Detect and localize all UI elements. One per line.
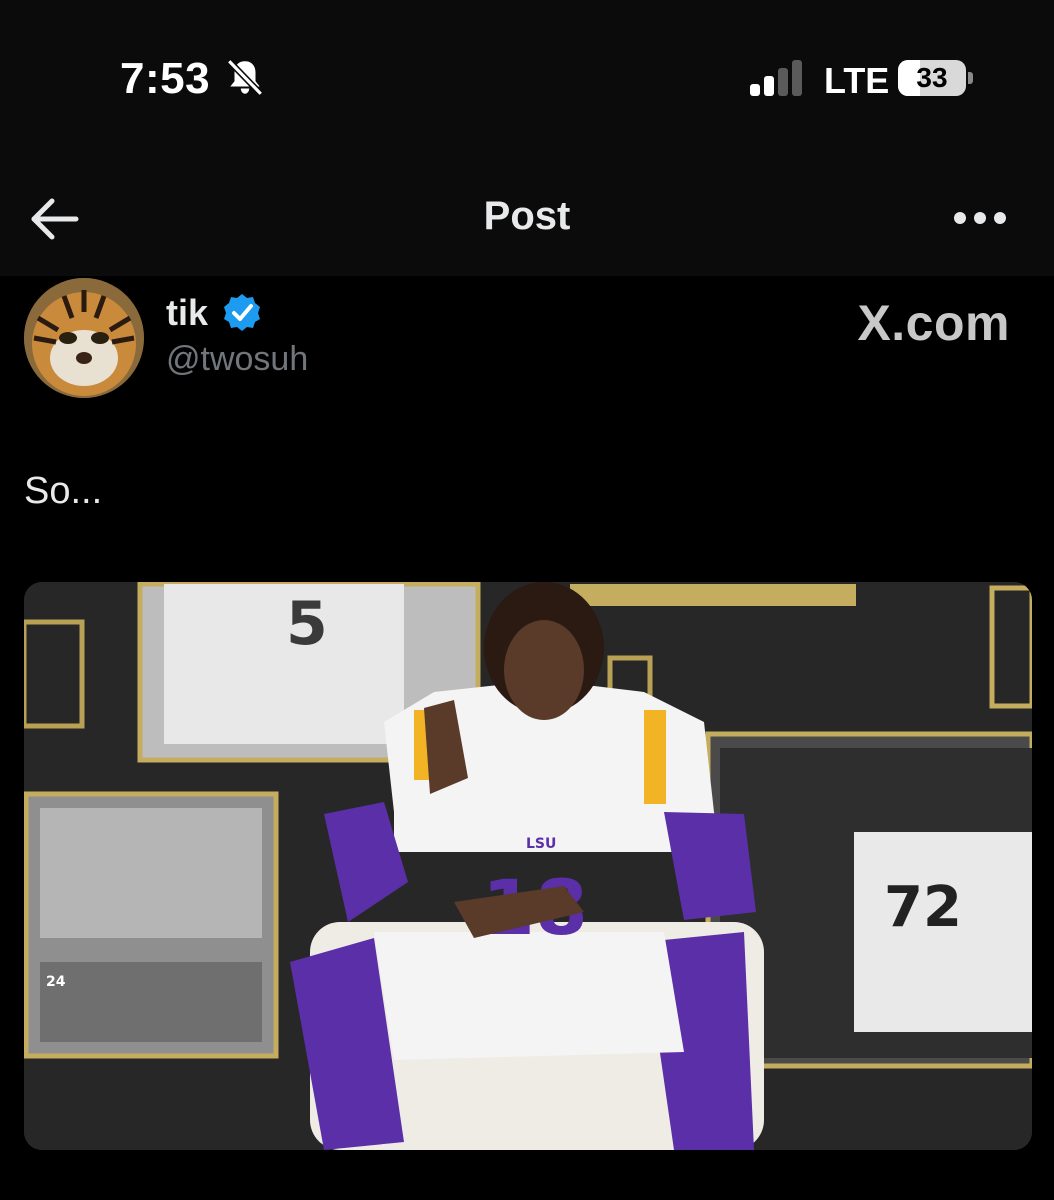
verified-badge-icon xyxy=(224,294,260,331)
post-image[interactable]: 5 24 72 LSU 18 xyxy=(24,582,1032,1150)
jersey-chest-lsu: LSU xyxy=(526,836,556,852)
bell-slash-icon xyxy=(226,59,264,96)
top-nav-bar: Post xyxy=(0,160,1054,276)
page-title: Post xyxy=(483,194,571,238)
signal-bar xyxy=(778,68,788,96)
network-type: LTE xyxy=(824,60,890,101)
signal-bar xyxy=(750,84,760,96)
frame-jersey-number-24: 24 xyxy=(46,974,66,990)
signal-bar xyxy=(792,60,802,96)
status-bar: 7:53 LTE 33 xyxy=(0,0,1054,160)
battery-indicator: 33 xyxy=(898,60,966,96)
author-name[interactable]: tik xyxy=(166,292,208,334)
more-options-icon[interactable] xyxy=(944,196,1016,240)
signal-bar xyxy=(764,76,774,96)
post-text: So... xyxy=(24,470,103,512)
status-time: 7:53 xyxy=(120,54,211,103)
author-avatar[interactable] xyxy=(24,278,144,398)
frame-jersey-number-72: 72 xyxy=(884,875,962,940)
tiger-avatar-image xyxy=(24,278,144,398)
frame-jersey-number-5: 5 xyxy=(286,589,328,659)
battery-level: 33 xyxy=(916,62,948,93)
x-com-watermark: X.com xyxy=(857,295,1010,351)
football-player-photo: 5 24 72 LSU 18 xyxy=(24,582,1032,1150)
cellular-signal-icon xyxy=(750,60,802,96)
author-handle[interactable]: @twosuh xyxy=(166,340,308,379)
battery-tip xyxy=(968,72,973,84)
